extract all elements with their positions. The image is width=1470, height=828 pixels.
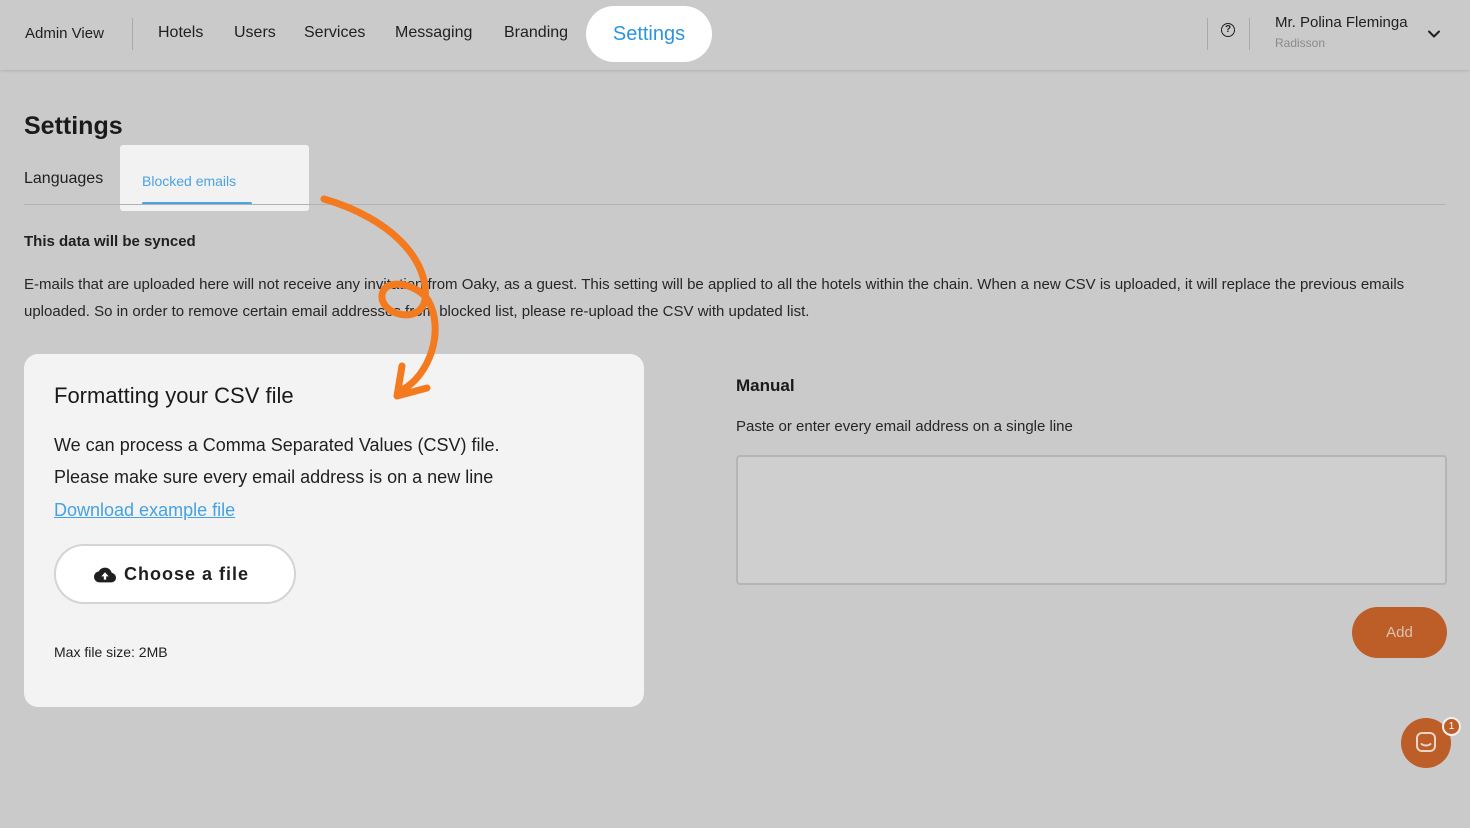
cloud-upload-icon	[94, 567, 116, 583]
tabs-divider	[24, 204, 1446, 205]
nav-settings-label: Settings	[612, 23, 686, 45]
nav-divider	[1207, 18, 1208, 50]
tab-blocked-emails-label: Blocked emails	[142, 173, 237, 189]
top-navigation-bar: Admin View Hotels Users Services Messagi…	[0, 0, 1470, 70]
admin-view-label[interactable]: Admin View	[25, 25, 104, 42]
add-button[interactable]: Add	[1352, 607, 1447, 658]
csv-instructions-line-2: Please make sure every email address is …	[54, 467, 494, 487]
chevron-down-icon[interactable]	[1426, 26, 1442, 42]
download-example-link[interactable]: Download example file	[54, 500, 235, 521]
nav-branding[interactable]: Branding	[504, 24, 568, 42]
user-name[interactable]: Mr. Polina Fleminga	[1275, 14, 1408, 31]
tab-blocked-emails[interactable]: Blocked emails	[120, 145, 309, 211]
tab-languages[interactable]: Languages	[24, 170, 103, 188]
max-file-size-note: Max file size: 2MB	[54, 644, 168, 660]
nav-divider	[1249, 18, 1250, 50]
nav-hotels[interactable]: Hotels	[158, 24, 203, 42]
chat-notification-badge: 1	[1442, 717, 1461, 736]
sync-heading: This data will be synced	[24, 233, 196, 250]
nav-users[interactable]: Users	[234, 24, 276, 42]
manual-hint: Paste or enter every email address on a …	[736, 418, 1073, 435]
chat-bubble-icon	[1416, 732, 1436, 752]
choose-file-button[interactable]: Choose a file	[54, 544, 296, 604]
choose-file-label: Choose a file	[124, 564, 250, 584]
csv-instructions-line-1: We can process a Comma Separated Values …	[54, 435, 500, 455]
manual-section-title: Manual	[736, 376, 795, 395]
page-title: Settings	[24, 112, 123, 140]
nav-settings[interactable]: Settings	[586, 6, 712, 62]
csv-card-title: Formatting your CSV file	[54, 383, 294, 408]
csv-upload-card: Formatting your CSV file We can process …	[24, 354, 644, 707]
user-organization: Radisson	[1275, 36, 1326, 50]
nav-divider	[132, 18, 133, 50]
nav-services[interactable]: Services	[304, 24, 365, 42]
question-circle-icon[interactable]: ?	[1221, 23, 1235, 37]
nav-messaging[interactable]: Messaging	[395, 24, 472, 42]
manual-email-textarea[interactable]	[736, 455, 1447, 585]
blocked-emails-description: E-mails that are uploaded here will not …	[24, 276, 1405, 320]
